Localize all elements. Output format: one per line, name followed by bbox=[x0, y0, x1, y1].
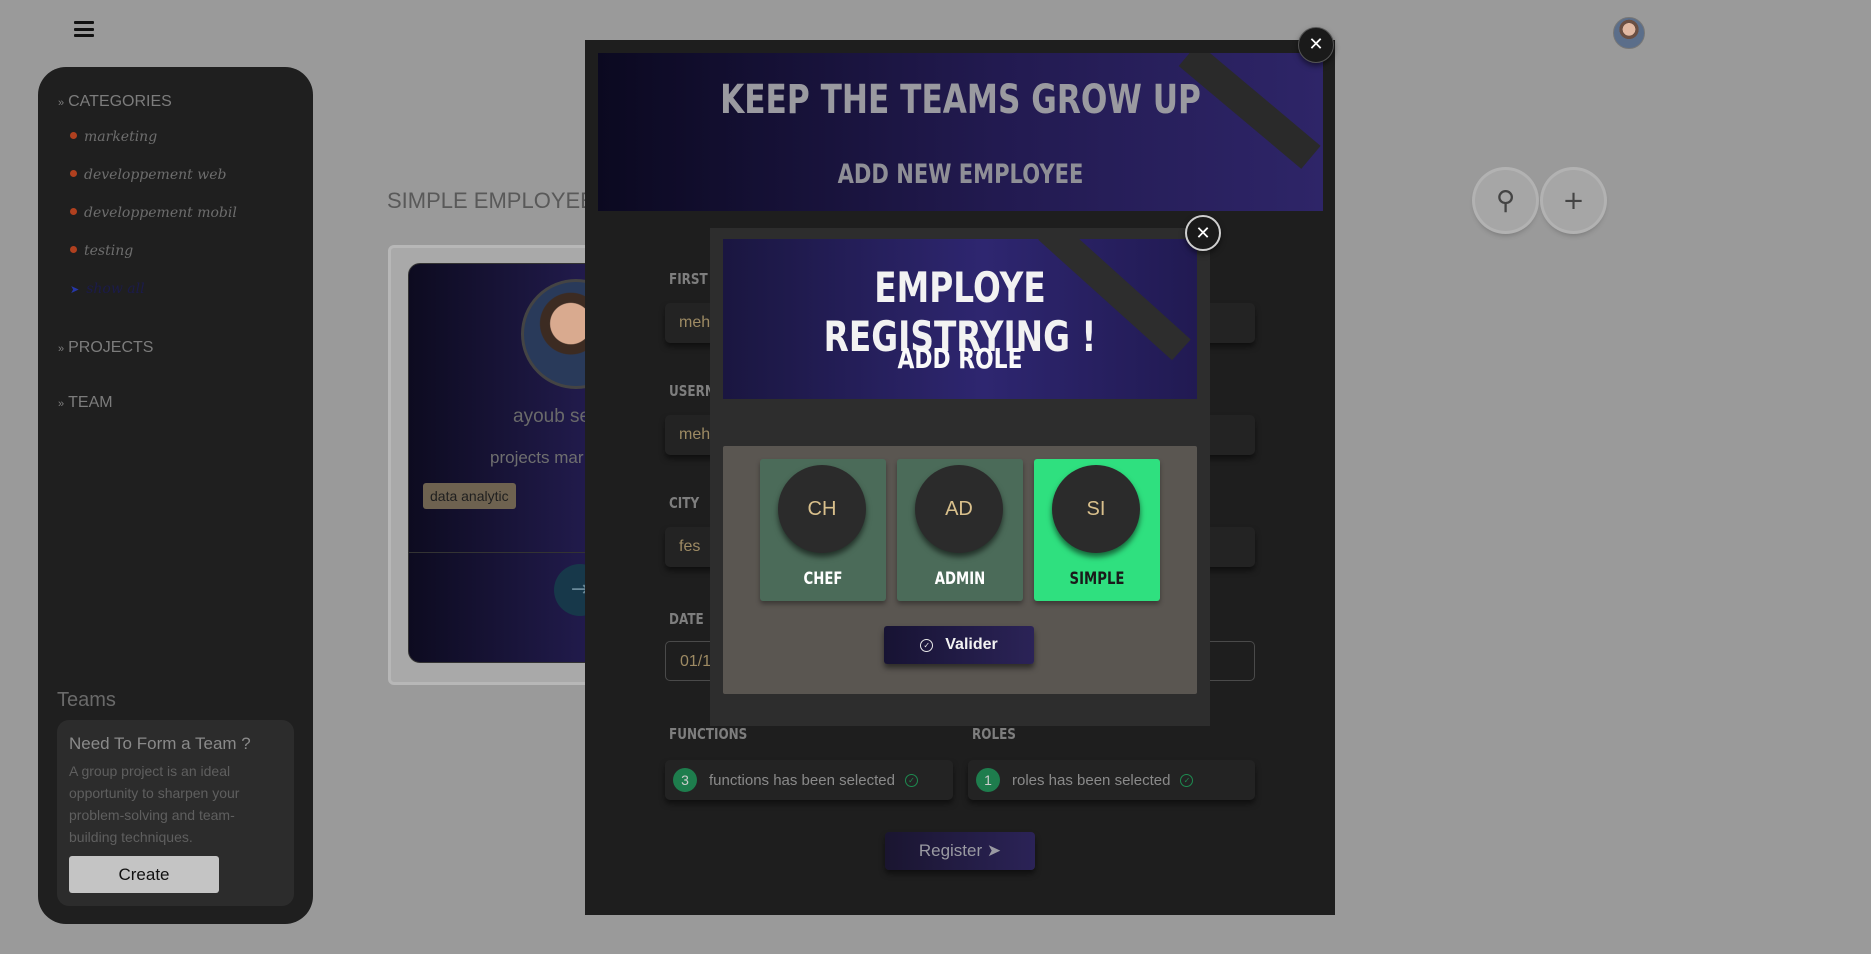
inner-modal-subtitle: ADD ROLE bbox=[897, 342, 1023, 375]
bullet-icon bbox=[70, 246, 77, 253]
team-header[interactable]: » TEAM bbox=[58, 394, 113, 412]
functions-count-badge: 3 bbox=[673, 768, 697, 792]
roles-selector[interactable]: 1 roles has been selected ✓ bbox=[968, 760, 1255, 800]
functions-selector[interactable]: 3 functions has been selected ✓ bbox=[665, 760, 953, 800]
employee-tag: data analytic bbox=[423, 483, 516, 509]
chevron-right-icon: » bbox=[58, 343, 65, 355]
check-circle-icon: ✓ bbox=[920, 638, 934, 652]
roles-count-badge: 1 bbox=[976, 768, 1000, 792]
role-option-simple[interactable]: SI SIMPLE bbox=[1034, 459, 1160, 601]
bullet-icon bbox=[70, 208, 77, 215]
projects-header[interactable]: » PROJECTS bbox=[58, 339, 153, 357]
role-name: SIMPLE bbox=[1069, 569, 1125, 589]
check-circle-icon: ✓ bbox=[904, 773, 918, 787]
team-card-text: A group project is an ideal opportunity … bbox=[69, 763, 240, 845]
functions-label: FUNCTIONS bbox=[669, 725, 748, 743]
role-options-panel: CH CHEF AD ADMIN SI SIMPLE ✓ Valider bbox=[723, 446, 1197, 694]
employee-card-frame: ayoub se projects mar data analytic → bbox=[388, 245, 618, 685]
categories-header[interactable]: » CATEGORIES bbox=[58, 93, 172, 111]
category-item-web[interactable]: developpement web bbox=[70, 167, 226, 183]
category-item-testing[interactable]: testing bbox=[70, 243, 133, 259]
chevron-right-icon: » bbox=[58, 398, 65, 410]
inner-modal-header: EMPLOYE REGISTRYING ! ADD ROLE bbox=[723, 239, 1197, 399]
bullet-icon bbox=[70, 132, 77, 139]
employee-card: ayoub se projects mar data analytic → bbox=[408, 263, 613, 663]
valider-button[interactable]: ✓ Valider bbox=[884, 626, 1034, 664]
add-role-modal: EMPLOYE REGISTRYING ! ADD ROLE CH CHEF A… bbox=[710, 228, 1210, 726]
plus-icon[interactable]: + bbox=[1543, 170, 1604, 231]
roles-label: ROLES bbox=[972, 725, 1016, 743]
category-item-marketing[interactable]: marketing bbox=[70, 129, 157, 145]
hamburger-menu-icon[interactable] bbox=[74, 21, 94, 37]
category-item-mobile[interactable]: developpement mobil bbox=[70, 205, 237, 221]
city-label: CITY bbox=[669, 494, 700, 512]
user-avatar[interactable] bbox=[1613, 17, 1645, 49]
role-avatar: AD bbox=[915, 465, 1003, 553]
role-option-admin[interactable]: AD ADMIN bbox=[897, 459, 1023, 601]
modal-subtitle: ADD NEW EMPLOYEE bbox=[837, 159, 1084, 190]
teams-heading: Teams bbox=[57, 689, 116, 711]
employee-role: projects mar bbox=[490, 448, 584, 467]
date-label: DATE bbox=[669, 610, 704, 628]
chevron-down-icon: » bbox=[58, 97, 65, 109]
register-button[interactable]: Register ➤ bbox=[885, 832, 1035, 870]
category-item-show-all[interactable]: ➤ show all bbox=[70, 281, 145, 297]
arrow-right-icon: ➤ bbox=[70, 283, 80, 296]
close-modal-icon[interactable]: ✕ bbox=[1298, 27, 1334, 63]
role-avatar: SI bbox=[1052, 465, 1140, 553]
modal-title: KEEP THE TEAMS GROW UP bbox=[720, 77, 1201, 123]
roles-status: roles has been selected bbox=[1012, 771, 1171, 789]
role-avatar: CH bbox=[778, 465, 866, 553]
role-name: CHEF bbox=[803, 569, 843, 589]
team-card-title: Need To Form a Team ? bbox=[69, 734, 251, 753]
bullet-icon bbox=[70, 170, 77, 177]
divider bbox=[409, 552, 612, 553]
role-name: ADMIN bbox=[934, 569, 986, 589]
role-option-chef[interactable]: CH CHEF bbox=[760, 459, 886, 601]
create-team-button[interactable]: Create bbox=[69, 856, 219, 893]
close-inner-modal-icon[interactable]: ✕ bbox=[1185, 215, 1221, 251]
paper-plane-icon: ➤ bbox=[986, 841, 1002, 860]
team-promo-card: Need To Form a Team ? A group project is… bbox=[57, 720, 294, 906]
employee-name: ayoub se bbox=[513, 406, 591, 427]
search-icon[interactable]: ⚲ bbox=[1475, 170, 1536, 231]
page-title: SIMPLE EMPLOYEE bbox=[387, 188, 595, 213]
functions-status: functions has been selected bbox=[709, 771, 895, 789]
sidebar: » CATEGORIES marketing developpement web … bbox=[38, 67, 313, 924]
check-circle-icon: ✓ bbox=[1180, 773, 1194, 787]
modal-header: KEEP THE TEAMS GROW UP ADD NEW EMPLOYEE bbox=[598, 53, 1323, 211]
